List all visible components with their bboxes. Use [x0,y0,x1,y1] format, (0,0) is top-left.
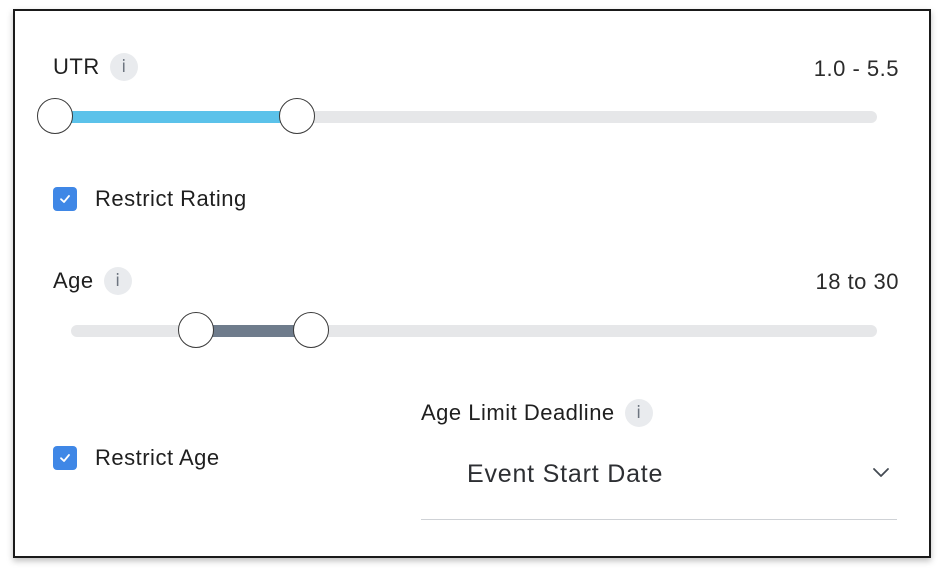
checkmark-icon [60,195,70,203]
restrict-age-label: Restrict Age [95,445,220,470]
age-label: Age [53,268,94,293]
age-limit-deadline-value: Event Start Date [467,460,664,488]
utr-slider-min-handle[interactable] [37,98,73,134]
restrict-age-checkbox[interactable] [53,446,77,470]
checkmark-icon [60,454,70,462]
age-slider-max-handle[interactable] [293,312,330,348]
info-icon[interactable]: i [109,53,138,81]
age-limit-deadline-select[interactable]: Event Start Date [421,437,897,520]
restrict-rating-checkbox-row[interactable]: Restrict Rating [53,186,247,212]
utr-slider-track[interactable] [37,98,877,134]
restrict-rating-label: Restrict Rating [95,186,247,211]
chevron-down-icon[interactable] [871,465,891,479]
age-slider-min-handle[interactable] [177,312,214,348]
age-limit-deadline-label: Age Limit Deadline [421,400,615,425]
utr-slider-max-handle[interactable] [279,98,316,134]
restrict-age-checkbox-row[interactable]: Restrict Age [53,445,220,471]
age-label-row: Age i [53,267,132,295]
restrict-rating-checkbox[interactable] [53,187,77,211]
info-icon[interactable]: i [103,267,132,295]
age-slider-track[interactable] [71,312,877,348]
utr-range-value: 1.0 - 5.5 [813,56,899,81]
utr-label: UTR [53,54,100,79]
info-icon[interactable]: i [624,399,653,427]
age-range-value: 18 to 30 [815,269,899,294]
settings-panel: UTR i 1.0 - 5.5 Restrict Rating Age i 18… [13,9,931,558]
utr-label-row: UTR i [53,53,138,81]
utr-slider-fill [55,111,298,123]
age-limit-deadline-label-row: Age Limit Deadline i [421,399,653,427]
